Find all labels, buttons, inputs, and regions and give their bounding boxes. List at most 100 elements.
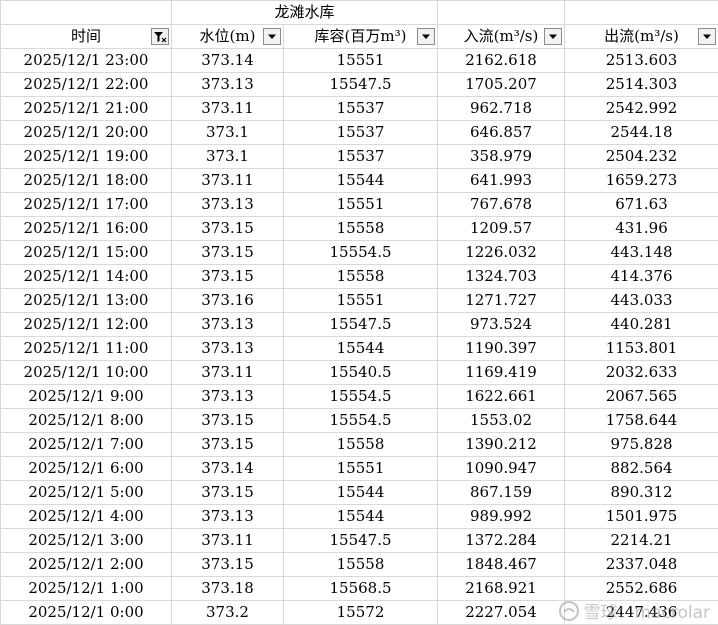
storage-cell[interactable]: 15551	[282, 192, 439, 217]
inflow-cell[interactable]: 962.718	[437, 96, 566, 121]
outflow-cell[interactable]: 2032.633	[564, 360, 718, 385]
time-cell[interactable]: 2025/12/1 17:00	[0, 192, 172, 217]
outflow-cell[interactable]: 443.033	[564, 288, 718, 313]
outflow-cell[interactable]: 431.96	[564, 216, 718, 241]
header-inflow[interactable]: 入流(m³/s)	[437, 24, 566, 49]
storage-cell[interactable]: 15547.5	[282, 528, 439, 553]
inflow-cell[interactable]: 1190.397	[437, 336, 566, 361]
header-time[interactable]: 时间	[0, 24, 172, 49]
inflow-cell[interactable]: 1209.57	[437, 216, 566, 241]
level-cell[interactable]: 373.15	[171, 480, 284, 505]
storage-cell[interactable]: 15544	[282, 168, 439, 193]
inflow-cell[interactable]: 1622.661	[437, 384, 566, 409]
inflow-cell[interactable]: 989.992	[437, 504, 566, 529]
level-cell[interactable]: 373.18	[171, 576, 284, 601]
level-cell[interactable]: 373.11	[171, 96, 284, 121]
level-cell[interactable]: 373.13	[171, 192, 284, 217]
outflow-cell[interactable]: 2542.992	[564, 96, 718, 121]
inflow-cell[interactable]: 1226.032	[437, 240, 566, 265]
time-cell[interactable]: 2025/12/1 3:00	[0, 528, 172, 553]
outflow-cell[interactable]: 414.376	[564, 264, 718, 289]
inflow-cell[interactable]: 973.524	[437, 312, 566, 337]
inflow-cell[interactable]: 767.678	[437, 192, 566, 217]
level-cell[interactable]: 373.15	[171, 240, 284, 265]
outflow-cell[interactable]: 2067.565	[564, 384, 718, 409]
time-cell[interactable]: 2025/12/1 5:00	[0, 480, 172, 505]
storage-cell[interactable]: 15558	[282, 216, 439, 241]
outflow-cell[interactable]: 443.148	[564, 240, 718, 265]
outflow-cell[interactable]: 440.281	[564, 312, 718, 337]
outflow-cell[interactable]: 2214.21	[564, 528, 718, 553]
level-cell[interactable]: 373.13	[171, 504, 284, 529]
storage-cell[interactable]: 15554.5	[282, 408, 439, 433]
header-storage[interactable]: 库容(百万m³)	[282, 24, 439, 49]
outflow-cell[interactable]: 2504.232	[564, 144, 718, 169]
time-cell[interactable]: 2025/12/1 18:00	[0, 168, 172, 193]
level-cell[interactable]: 373.11	[171, 168, 284, 193]
storage-cell[interactable]: 15540.5	[282, 360, 439, 385]
inflow-cell[interactable]: 2168.921	[437, 576, 566, 601]
level-cell[interactable]: 373.14	[171, 48, 284, 73]
outflow-cell[interactable]: 2337.048	[564, 552, 718, 577]
time-cell[interactable]: 2025/12/1 9:00	[0, 384, 172, 409]
inflow-cell[interactable]: 1372.284	[437, 528, 566, 553]
storage-cell[interactable]: 15537	[282, 96, 439, 121]
level-cell[interactable]: 373.15	[171, 264, 284, 289]
outflow-cell[interactable]: 975.828	[564, 432, 718, 457]
storage-cell[interactable]: 15547.5	[282, 72, 439, 97]
inflow-cell[interactable]: 1848.467	[437, 552, 566, 577]
level-cell[interactable]: 373.14	[171, 456, 284, 481]
storage-cell[interactable]: 15551	[282, 288, 439, 313]
inflow-cell[interactable]: 2227.054	[437, 600, 566, 625]
level-cell[interactable]: 373.13	[171, 312, 284, 337]
storage-cell[interactable]: 15568.5	[282, 576, 439, 601]
outflow-cell[interactable]: 671.63	[564, 192, 718, 217]
time-cell[interactable]: 2025/12/1 8:00	[0, 408, 172, 433]
storage-cell[interactable]: 15554.5	[282, 384, 439, 409]
inflow-cell[interactable]: 1324.703	[437, 264, 566, 289]
time-cell[interactable]: 2025/12/1 19:00	[0, 144, 172, 169]
storage-cell[interactable]: 15544	[282, 336, 439, 361]
level-cell[interactable]: 373.1	[171, 144, 284, 169]
time-cell[interactable]: 2025/12/1 7:00	[0, 432, 172, 457]
storage-cell[interactable]: 15551	[282, 456, 439, 481]
inflow-cell[interactable]: 867.159	[437, 480, 566, 505]
inflow-cell[interactable]: 641.993	[437, 168, 566, 193]
filter-active-button[interactable]	[151, 28, 169, 45]
time-cell[interactable]: 2025/12/1 0:00	[0, 600, 172, 625]
level-cell[interactable]: 373.15	[171, 552, 284, 577]
outflow-cell[interactable]: 2447.436	[564, 600, 718, 625]
header-level[interactable]: 水位(m)	[171, 24, 284, 49]
level-cell[interactable]: 373.16	[171, 288, 284, 313]
level-cell[interactable]: 373.2	[171, 600, 284, 625]
empty-cell[interactable]	[437, 0, 566, 25]
time-cell[interactable]: 2025/12/1 10:00	[0, 360, 172, 385]
time-cell[interactable]: 2025/12/1 20:00	[0, 120, 172, 145]
level-cell[interactable]: 373.11	[171, 528, 284, 553]
storage-cell[interactable]: 15537	[282, 120, 439, 145]
storage-cell[interactable]: 15544	[282, 504, 439, 529]
outflow-cell[interactable]: 1501.975	[564, 504, 718, 529]
outflow-cell[interactable]: 1153.801	[564, 336, 718, 361]
empty-cell[interactable]	[0, 0, 172, 25]
filter-dropdown-button[interactable]	[544, 28, 563, 45]
filter-dropdown-button[interactable]	[698, 28, 717, 45]
level-cell[interactable]: 373.15	[171, 408, 284, 433]
storage-cell[interactable]: 15537	[282, 144, 439, 169]
outflow-cell[interactable]: 2544.18	[564, 120, 718, 145]
inflow-cell[interactable]: 1390.212	[437, 432, 566, 457]
time-cell[interactable]: 2025/12/1 14:00	[0, 264, 172, 289]
time-cell[interactable]: 2025/12/1 12:00	[0, 312, 172, 337]
time-cell[interactable]: 2025/12/1 11:00	[0, 336, 172, 361]
inflow-cell[interactable]: 1705.207	[437, 72, 566, 97]
time-cell[interactable]: 2025/12/1 13:00	[0, 288, 172, 313]
time-cell[interactable]: 2025/12/1 23:00	[0, 48, 172, 73]
storage-cell[interactable]: 15572	[282, 600, 439, 625]
level-cell[interactable]: 373.15	[171, 432, 284, 457]
inflow-cell[interactable]: 358.979	[437, 144, 566, 169]
filter-dropdown-button[interactable]	[417, 28, 436, 45]
outflow-cell[interactable]: 1659.273	[564, 168, 718, 193]
storage-cell[interactable]: 15558	[282, 264, 439, 289]
empty-cell[interactable]	[564, 0, 718, 25]
storage-cell[interactable]: 15544	[282, 480, 439, 505]
